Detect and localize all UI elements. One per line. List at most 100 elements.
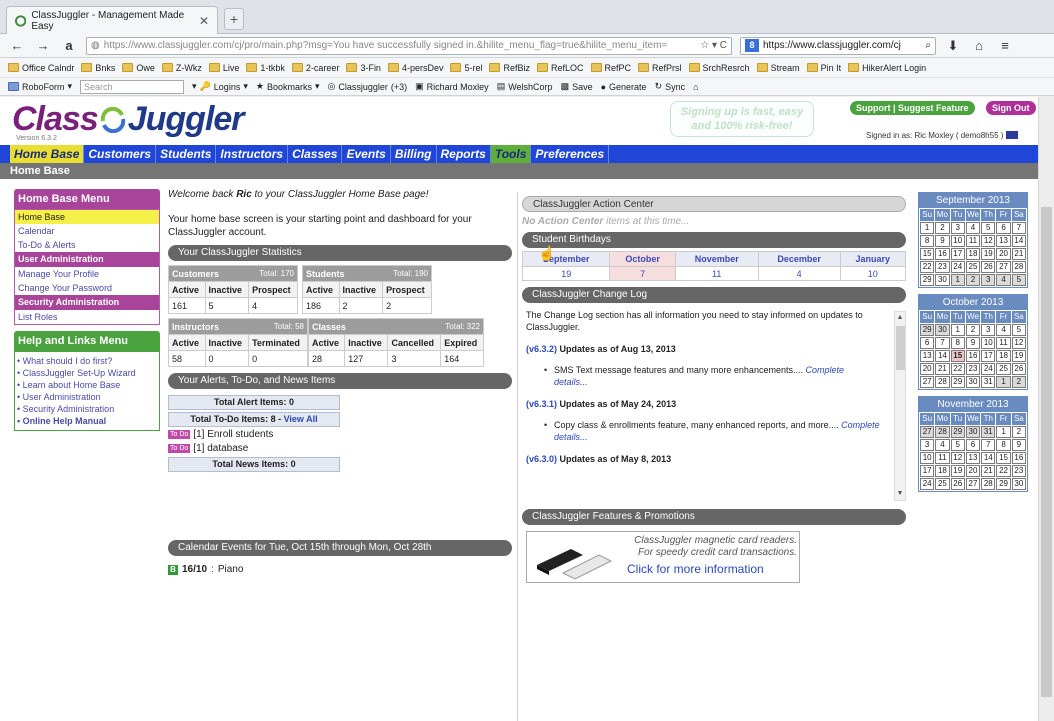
- calendar-day[interactable]: 6: [996, 222, 1011, 234]
- calendar-month-title[interactable]: September 2013: [919, 193, 1027, 208]
- calendar-day[interactable]: 7: [981, 439, 996, 451]
- menu-item-list-roles[interactable]: List Roles: [15, 310, 159, 324]
- calendar-day[interactable]: 15: [950, 350, 965, 362]
- calendar-day[interactable]: 24: [920, 478, 935, 490]
- calendar-day[interactable]: 22: [996, 465, 1011, 477]
- calendar-day[interactable]: 5: [981, 222, 996, 234]
- calendar-day[interactable]: 2: [965, 274, 981, 286]
- calendar-day[interactable]: 27: [965, 478, 981, 490]
- calendar-day[interactable]: 19: [950, 465, 965, 477]
- calendar-day[interactable]: 26: [950, 478, 965, 490]
- calendar-day[interactable]: 13: [965, 452, 981, 464]
- page-scrollbar[interactable]: [1038, 97, 1054, 721]
- birthday-month[interactable]: January: [839, 251, 907, 267]
- calendar-day[interactable]: 7: [935, 337, 950, 349]
- calendar-day[interactable]: 3: [950, 222, 965, 234]
- bookmark-item[interactable]: HikerAlert Login: [848, 63, 926, 73]
- home-icon[interactable]: ⌂: [970, 37, 988, 55]
- toolbar-search-input[interactable]: Search: [80, 79, 185, 94]
- calendar-day[interactable]: 12: [950, 452, 965, 464]
- calendar-day[interactable]: 1: [950, 274, 965, 286]
- calendar-day[interactable]: 20: [920, 363, 935, 375]
- calendar-day[interactable]: 3: [981, 324, 996, 336]
- scroll-thumb[interactable]: [896, 326, 905, 370]
- calendar-day[interactable]: 22: [920, 261, 935, 273]
- calendar-day[interactable]: 29: [950, 376, 965, 388]
- calendar-day[interactable]: 31: [981, 426, 996, 438]
- calendar-day[interactable]: 16: [965, 350, 981, 362]
- bookmark-item[interactable]: Stream: [756, 63, 800, 73]
- bookmark-item[interactable]: SrchResrch: [688, 63, 750, 73]
- bookmark-item[interactable]: 3-Fin: [346, 63, 381, 73]
- calendar-day[interactable]: 28: [1011, 261, 1026, 273]
- browser-tab[interactable]: ClassJuggler - Management Made Easy ✕: [6, 6, 218, 34]
- calendar-day[interactable]: 29: [996, 478, 1011, 490]
- calendar-day[interactable]: 19: [1011, 350, 1026, 362]
- birthday-month[interactable]: September: [521, 251, 611, 267]
- home-toolbar-icon[interactable]: ⌂: [693, 82, 698, 92]
- menu-item-change-password[interactable]: Change Your Password: [15, 281, 159, 295]
- todo-item[interactable]: To Do [1] database: [168, 441, 512, 455]
- nav-events[interactable]: Events: [342, 145, 391, 163]
- scroll-down-icon[interactable]: ▼: [895, 488, 905, 500]
- calendar-day[interactable]: 27: [920, 426, 935, 438]
- calendar-day[interactable]: 30: [1011, 478, 1026, 490]
- calendar-day[interactable]: 17: [920, 465, 935, 477]
- classjuggler-logo[interactable]: Class Juggler: [12, 100, 245, 139]
- logins-button[interactable]: ▾ 🔑 Logins ▾: [192, 81, 248, 92]
- calendar-day[interactable]: 18: [965, 248, 981, 260]
- calendar-day[interactable]: 23: [1011, 465, 1026, 477]
- calendar-day[interactable]: 4: [996, 274, 1011, 286]
- welshcorp-button[interactable]: ▤ WelshCorp: [497, 81, 553, 92]
- calendar-day[interactable]: 3: [920, 439, 935, 451]
- calendar-day[interactable]: 5: [1011, 324, 1026, 336]
- calendar-day[interactable]: 29: [920, 324, 935, 336]
- menu-item-calendar[interactable]: Calendar: [15, 224, 159, 238]
- calendar-day[interactable]: 10: [920, 452, 935, 464]
- generate-button[interactable]: ● Generate: [601, 82, 647, 92]
- download-icon[interactable]: ⬇: [944, 37, 962, 55]
- calendar-month-title[interactable]: October 2013: [919, 295, 1027, 310]
- calendar-day[interactable]: 15: [920, 248, 935, 260]
- richard-moxley-button[interactable]: ▣ Richard Moxley: [415, 81, 489, 92]
- nav-classes[interactable]: Classes: [288, 145, 343, 163]
- calendar-day[interactable]: 8: [996, 439, 1011, 451]
- signup-promo[interactable]: Signing up is fast, easy and 100% risk-f…: [670, 101, 814, 137]
- calendar-day[interactable]: 27: [996, 261, 1011, 273]
- bookmark-item[interactable]: RefPrsl: [638, 63, 682, 73]
- calendar-day[interactable]: 25: [965, 261, 981, 273]
- menu-item-home-base[interactable]: Home Base: [15, 210, 159, 224]
- calendar-day[interactable]: 4: [996, 324, 1011, 336]
- menu-item-todo-alerts[interactable]: To-Do & Alerts: [15, 238, 159, 252]
- calendar-day[interactable]: 24: [981, 363, 996, 375]
- calendar-day[interactable]: 9: [935, 235, 950, 247]
- bookmark-item[interactable]: Bnks: [81, 63, 115, 73]
- bookmark-item[interactable]: Office Calndr: [8, 63, 74, 73]
- calendar-day[interactable]: 5: [950, 439, 965, 451]
- calendar-day[interactable]: 3: [981, 274, 996, 286]
- nav-customers[interactable]: Customers: [84, 145, 157, 163]
- calendar-day[interactable]: 25: [996, 363, 1011, 375]
- calendar-day[interactable]: 21: [935, 363, 950, 375]
- calendar-day[interactable]: 13: [920, 350, 935, 362]
- calendar-day[interactable]: 14: [1011, 235, 1026, 247]
- nav-instructors[interactable]: Instructors: [216, 145, 289, 163]
- calendar-day[interactable]: 31: [981, 376, 996, 388]
- bookmark-item[interactable]: Z-Wkz: [161, 63, 202, 73]
- birthday-count[interactable]: 4: [757, 266, 841, 281]
- calendar-day[interactable]: 1: [950, 324, 965, 336]
- bookmark-item[interactable]: Owe: [122, 63, 155, 73]
- calendar-day[interactable]: 5: [1011, 274, 1026, 286]
- reload-icon[interactable]: ☆ ▾ C: [700, 40, 727, 51]
- scroll-up-icon[interactable]: ▲: [895, 312, 905, 324]
- calendar-day[interactable]: 9: [965, 337, 981, 349]
- calendar-day[interactable]: 27: [920, 376, 935, 388]
- birthday-count[interactable]: 10: [839, 266, 907, 281]
- nav-reports[interactable]: Reports: [437, 145, 491, 163]
- calendar-day[interactable]: 11: [935, 452, 950, 464]
- calendar-day[interactable]: 7: [1011, 222, 1026, 234]
- birthday-month[interactable]: December: [757, 251, 841, 267]
- calendar-day[interactable]: 11: [996, 337, 1011, 349]
- bookmark-item[interactable]: 5-rel: [450, 63, 482, 73]
- more-info-link[interactable]: Click for more information: [627, 562, 764, 576]
